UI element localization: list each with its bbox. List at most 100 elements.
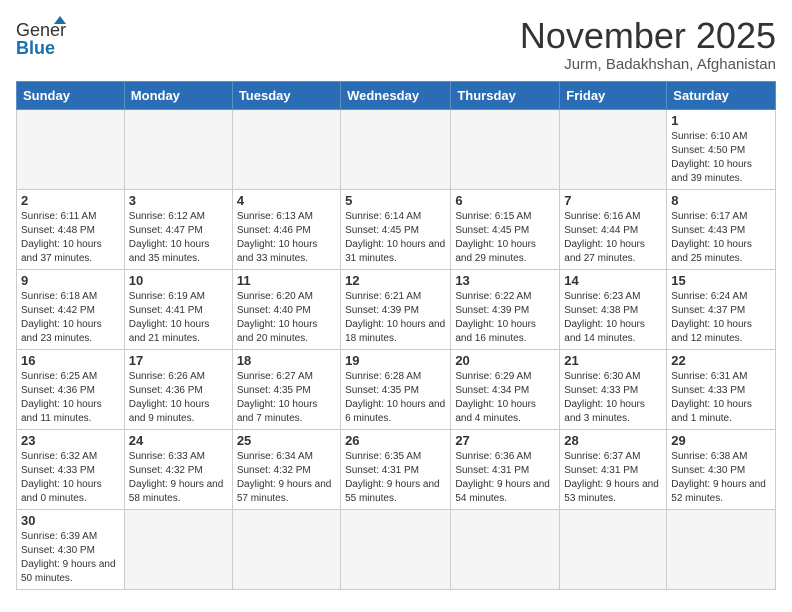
table-row: 27 Sunrise: 6:36 AM Sunset: 4:31 PM Dayli… [451, 429, 560, 509]
table-row: 10 Sunrise: 6:19 AM Sunset: 4:41 PM Dayli… [124, 269, 232, 349]
day-number: 29 [671, 433, 771, 448]
day-number: 8 [671, 193, 771, 208]
day-info: Sunrise: 6:25 AM Sunset: 4:36 PM Dayligh… [21, 370, 120, 426]
day-number: 7 [564, 193, 662, 208]
day-info: Sunrise: 6:15 AM Sunset: 4:45 PM Dayligh… [455, 210, 555, 266]
day-info: Sunrise: 6:27 AM Sunset: 4:35 PM Dayligh… [237, 370, 336, 426]
day-number: 1 [671, 113, 771, 128]
calendar-header-row: Sunday Monday Tuesday Wednesday Thursday… [17, 81, 776, 109]
table-row: 8 Sunrise: 6:17 AM Sunset: 4:43 PM Daylig… [667, 189, 776, 269]
table-row: 18 Sunrise: 6:27 AM Sunset: 4:35 PM Dayli… [232, 349, 340, 429]
day-info: Sunrise: 6:34 AM Sunset: 4:32 PM Dayligh… [237, 450, 336, 506]
day-number: 15 [671, 273, 771, 288]
day-info: Sunrise: 6:37 AM Sunset: 4:31 PM Dayligh… [564, 450, 662, 506]
day-number: 28 [564, 433, 662, 448]
day-info: Sunrise: 6:11 AM Sunset: 4:48 PM Dayligh… [21, 210, 120, 266]
day-number: 30 [21, 513, 120, 528]
table-row [451, 509, 560, 589]
day-info: Sunrise: 6:24 AM Sunset: 4:37 PM Dayligh… [671, 290, 771, 346]
day-number: 19 [345, 353, 446, 368]
col-thursday: Thursday [451, 81, 560, 109]
calendar-week-2: 9Sunrise: 6:18 AM Sunset: 4:42 PM Daylig… [17, 269, 776, 349]
day-info: Sunrise: 6:14 AM Sunset: 4:45 PM Dayligh… [345, 210, 446, 266]
calendar-week-4: 23 Sunrise: 6:32 AM Sunset: 4:33 PM Dayli… [17, 429, 776, 509]
day-number: 5 [345, 193, 446, 208]
day-number: 25 [237, 433, 336, 448]
day-info: Sunrise: 6:35 AM Sunset: 4:31 PM Dayligh… [345, 450, 446, 506]
day-number: 20 [455, 353, 555, 368]
day-info: Sunrise: 6:39 AM Sunset: 4:30 PM Dayligh… [21, 530, 120, 586]
col-saturday: Saturday [667, 81, 776, 109]
table-row [451, 109, 560, 189]
table-row: 20 Sunrise: 6:29 AM Sunset: 4:34 PM Dayli… [451, 349, 560, 429]
table-row: 14 Sunrise: 6:23 AM Sunset: 4:38 PM Dayli… [560, 269, 667, 349]
day-info: Sunrise: 6:10 AM Sunset: 4:50 PM Dayligh… [671, 130, 771, 186]
table-row [232, 109, 340, 189]
table-row: 19 Sunrise: 6:28 AM Sunset: 4:35 PM Dayli… [341, 349, 451, 429]
table-row: 6 Sunrise: 6:15 AM Sunset: 4:45 PM Daylig… [451, 189, 560, 269]
table-row: 13 Sunrise: 6:22 AM Sunset: 4:39 PM Dayli… [451, 269, 560, 349]
calendar-week-5: 30 Sunrise: 6:39 AM Sunset: 4:30 PM Dayli… [17, 509, 776, 589]
table-row [341, 509, 451, 589]
logo: General Blue [16, 16, 66, 60]
table-row: 23 Sunrise: 6:32 AM Sunset: 4:33 PM Dayli… [17, 429, 125, 509]
table-row: 30 Sunrise: 6:39 AM Sunset: 4:30 PM Dayli… [17, 509, 125, 589]
page: General Blue November 2025 Jurm, Badakhs… [0, 0, 792, 606]
month-title: November 2025 [520, 16, 776, 56]
day-number: 10 [129, 273, 228, 288]
day-info: Sunrise: 6:30 AM Sunset: 4:33 PM Dayligh… [564, 370, 662, 426]
table-row [232, 509, 340, 589]
table-row: 5 Sunrise: 6:14 AM Sunset: 4:45 PM Daylig… [341, 189, 451, 269]
day-info: Sunrise: 6:33 AM Sunset: 4:32 PM Dayligh… [129, 450, 228, 506]
col-tuesday: Tuesday [232, 81, 340, 109]
day-number: 14 [564, 273, 662, 288]
day-number: 17 [129, 353, 228, 368]
day-info: Sunrise: 6:19 AM Sunset: 4:41 PM Dayligh… [129, 290, 228, 346]
day-info: Sunrise: 6:23 AM Sunset: 4:38 PM Dayligh… [564, 290, 662, 346]
table-row: 24Sunrise: 6:33 AM Sunset: 4:32 PM Dayli… [124, 429, 232, 509]
table-row: 17 Sunrise: 6:26 AM Sunset: 4:36 PM Dayli… [124, 349, 232, 429]
col-wednesday: Wednesday [341, 81, 451, 109]
table-row: 26 Sunrise: 6:35 AM Sunset: 4:31 PM Dayli… [341, 429, 451, 509]
table-row: 12Sunrise: 6:21 AM Sunset: 4:39 PM Dayli… [341, 269, 451, 349]
day-info: Sunrise: 6:17 AM Sunset: 4:43 PM Dayligh… [671, 210, 771, 266]
day-number: 23 [21, 433, 120, 448]
day-info: Sunrise: 6:32 AM Sunset: 4:33 PM Dayligh… [21, 450, 120, 506]
calendar-week-0: 1 Sunrise: 6:10 AM Sunset: 4:50 PM Daylig… [17, 109, 776, 189]
col-monday: Monday [124, 81, 232, 109]
day-info: Sunrise: 6:29 AM Sunset: 4:34 PM Dayligh… [455, 370, 555, 426]
table-row: 15 Sunrise: 6:24 AM Sunset: 4:37 PM Dayli… [667, 269, 776, 349]
table-row: 1 Sunrise: 6:10 AM Sunset: 4:50 PM Daylig… [667, 109, 776, 189]
table-row: 7Sunrise: 6:16 AM Sunset: 4:44 PM Daylig… [560, 189, 667, 269]
day-number: 13 [455, 273, 555, 288]
logo-icon: General Blue [16, 16, 66, 60]
day-number: 27 [455, 433, 555, 448]
table-row: 2 Sunrise: 6:11 AM Sunset: 4:48 PM Daylig… [17, 189, 125, 269]
table-row [560, 509, 667, 589]
table-row [341, 109, 451, 189]
table-row [667, 509, 776, 589]
title-block: November 2025 Jurm, Badakhshan, Afghanis… [520, 16, 776, 73]
subtitle: Jurm, Badakhshan, Afghanistan [520, 56, 776, 73]
table-row: 25 Sunrise: 6:34 AM Sunset: 4:32 PM Dayli… [232, 429, 340, 509]
table-row: 29Sunrise: 6:38 AM Sunset: 4:30 PM Dayli… [667, 429, 776, 509]
day-number: 18 [237, 353, 336, 368]
day-number: 3 [129, 193, 228, 208]
day-number: 2 [21, 193, 120, 208]
table-row: 11Sunrise: 6:20 AM Sunset: 4:40 PM Dayli… [232, 269, 340, 349]
table-row: 4Sunrise: 6:13 AM Sunset: 4:46 PM Daylig… [232, 189, 340, 269]
day-number: 11 [237, 273, 336, 288]
day-info: Sunrise: 6:36 AM Sunset: 4:31 PM Dayligh… [455, 450, 555, 506]
day-info: Sunrise: 6:28 AM Sunset: 4:35 PM Dayligh… [345, 370, 446, 426]
table-row [124, 509, 232, 589]
table-row [17, 109, 125, 189]
day-info: Sunrise: 6:12 AM Sunset: 4:47 PM Dayligh… [129, 210, 228, 266]
day-number: 26 [345, 433, 446, 448]
day-info: Sunrise: 6:26 AM Sunset: 4:36 PM Dayligh… [129, 370, 228, 426]
table-row: 21Sunrise: 6:30 AM Sunset: 4:33 PM Dayli… [560, 349, 667, 429]
day-info: Sunrise: 6:21 AM Sunset: 4:39 PM Dayligh… [345, 290, 446, 346]
day-info: Sunrise: 6:13 AM Sunset: 4:46 PM Dayligh… [237, 210, 336, 266]
day-number: 6 [455, 193, 555, 208]
day-info: Sunrise: 6:22 AM Sunset: 4:39 PM Dayligh… [455, 290, 555, 346]
calendar-week-1: 2 Sunrise: 6:11 AM Sunset: 4:48 PM Daylig… [17, 189, 776, 269]
